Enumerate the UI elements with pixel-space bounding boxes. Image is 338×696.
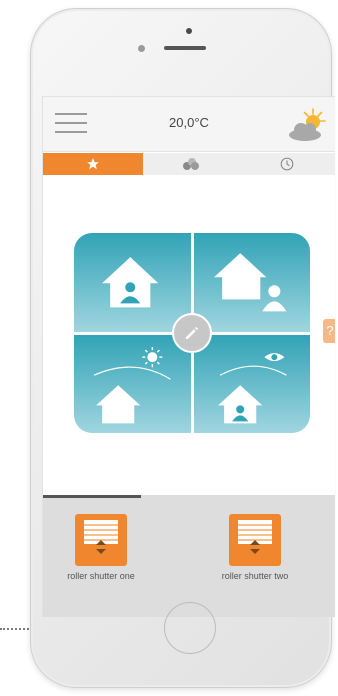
help-tab[interactable]: ? [323, 319, 335, 343]
app-screen: 20,0°C ? roller shutter one roller shutt… [42, 96, 335, 617]
tab-groups[interactable] [143, 153, 239, 175]
roller-shutter-icon [229, 514, 281, 566]
device-roller-shutter-one[interactable]: roller shutter one [43, 514, 159, 581]
house-person-icon [102, 257, 159, 308]
device-label: roller shutter two [221, 571, 289, 581]
scene-sun-tile[interactable] [74, 334, 191, 433]
scene-away-tile[interactable] [193, 233, 310, 332]
pencil-icon [186, 327, 198, 339]
group-icon [183, 158, 199, 170]
device-roller-shutter-two[interactable]: roller shutter two [197, 514, 313, 581]
edit-button[interactable] [172, 313, 212, 353]
house-eye-icon [217, 352, 287, 423]
panel-scroll-indicator [43, 495, 141, 498]
tab-timers[interactable] [239, 153, 335, 175]
top-bar: 20,0°C [43, 97, 335, 152]
person-away-icon [213, 253, 286, 312]
tab-favorites[interactable] [43, 153, 143, 175]
roller-shutter-icon [75, 514, 127, 566]
proximity-sensor [138, 45, 145, 52]
partly-cloudy-icon [289, 108, 326, 141]
clock-icon [280, 157, 294, 171]
house-sun-icon [93, 346, 171, 423]
star-icon [87, 158, 99, 170]
scene-home-tile[interactable] [74, 233, 191, 332]
device-label: roller shutter one [67, 571, 135, 581]
earpiece-speaker [164, 46, 206, 50]
scene-watch-tile[interactable] [193, 334, 310, 433]
tab-bar [43, 153, 335, 175]
front-camera [186, 28, 192, 34]
home-button[interactable] [164, 602, 216, 654]
device-panel: roller shutter one roller shutter two [43, 495, 335, 617]
